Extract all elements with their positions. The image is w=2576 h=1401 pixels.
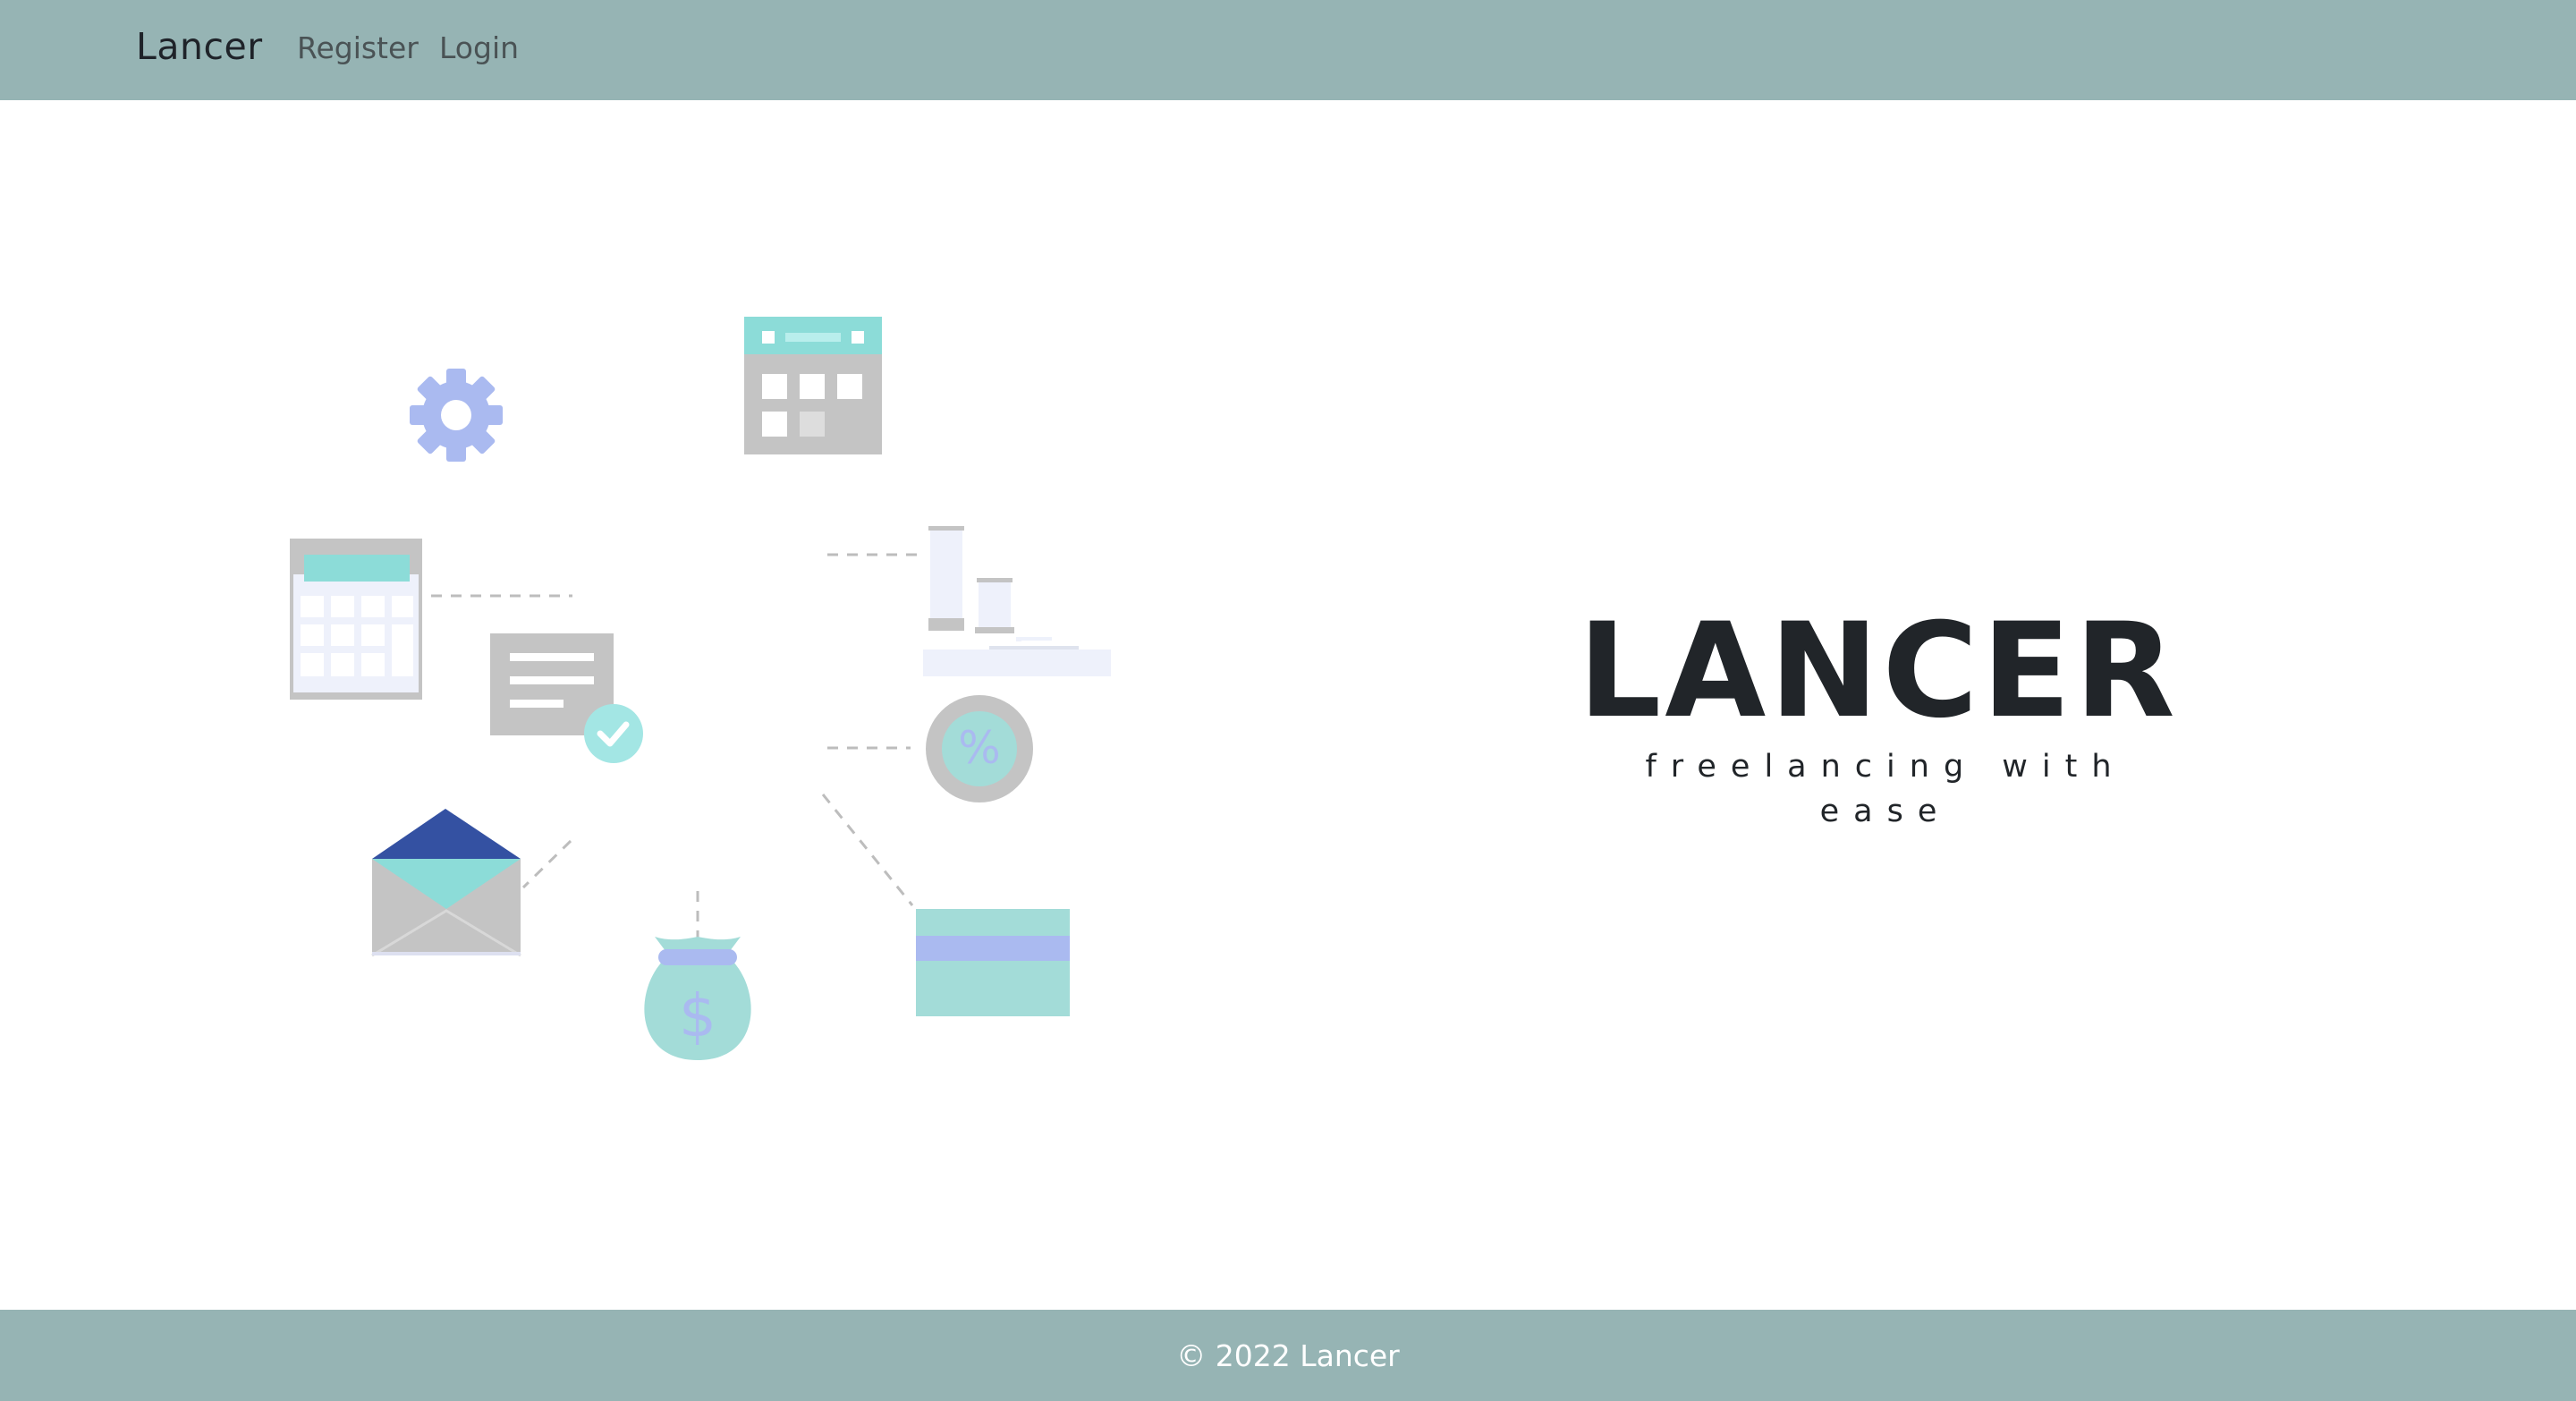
calculator-icon (290, 539, 422, 700)
svg-text:$: $ (679, 981, 716, 1050)
document-check-icon (490, 633, 643, 763)
navbar: Lancer Register Login (0, 0, 2576, 100)
hero-title: LANCER (1578, 595, 2179, 747)
chart-bars-icon (923, 526, 1111, 676)
percent-coin-icon: % (926, 695, 1033, 802)
gear-icon (410, 369, 503, 462)
footer: © 2022 Lancer (0, 1310, 2576, 1401)
credit-card-icon (916, 909, 1070, 1016)
envelope-icon (371, 809, 521, 957)
hero-tagline: freelancing with ease (1645, 749, 2126, 829)
money-bag-icon: $ (644, 937, 751, 1060)
svg-text:%: % (958, 722, 1001, 774)
nav-login-link[interactable]: Login (439, 30, 519, 65)
hero-illustration: % $ (268, 304, 1127, 1127)
brand-link[interactable]: Lancer (136, 25, 263, 68)
hero-section: LANCER freelancing with ease (1556, 595, 2200, 829)
calendar-icon (744, 317, 882, 454)
nav-register-link[interactable]: Register (297, 30, 419, 65)
footer-copyright: © 2022 Lancer (1176, 1337, 1400, 1373)
